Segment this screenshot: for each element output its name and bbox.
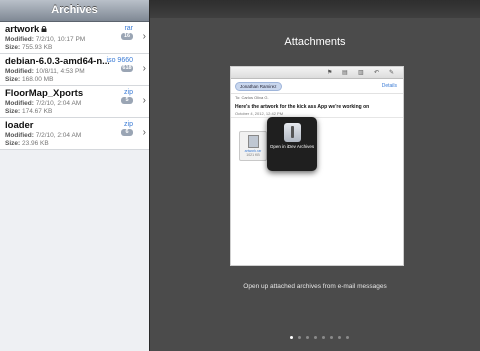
- popover-label: Open in iDev Archives: [269, 144, 315, 149]
- archive-name: FloorMap_Xports: [5, 88, 84, 99]
- chevron-right-icon: ›: [142, 31, 146, 42]
- lock-icon: [41, 26, 47, 33]
- list-item[interactable]: debian-6.0.3-amd64-n... Modified: 10/8/1…: [0, 54, 149, 86]
- archive-type: zip: [124, 121, 133, 128]
- archive-list: artwork Modified: 7/2/10, 10:17 PM Size:…: [0, 22, 149, 150]
- flag-icon: ⚑: [327, 70, 333, 76]
- idev-archives-app-icon: [283, 123, 301, 142]
- size-row: Size: 23.96 KB: [5, 140, 49, 147]
- page-dot[interactable]: [290, 336, 293, 339]
- archive-type: zip: [124, 89, 133, 96]
- archive-type: iso 9660: [106, 57, 133, 64]
- page-dot[interactable]: [338, 336, 341, 339]
- count-badge: 6: [121, 129, 133, 136]
- page-dot[interactable]: [306, 336, 309, 339]
- page-title: Attachments: [284, 36, 346, 48]
- count-badge: 5: [121, 97, 133, 104]
- recipient-chip: Jonathan Ramirez: [235, 82, 282, 91]
- count-badge: 16: [121, 33, 133, 40]
- email-subject: Here's the artwork for the kick ass App …: [235, 104, 370, 110]
- archive-name: debian-6.0.3-amd64-n...: [5, 56, 109, 67]
- email-preview: ⚑ ▤ ▥ ↶ ✎ Jonathan Ramirez Details To: C…: [230, 66, 404, 266]
- archive-name: loader: [5, 120, 34, 131]
- size-row: Size: 174.67 KB: [5, 108, 53, 115]
- page-dot[interactable]: [322, 336, 325, 339]
- page-dot[interactable]: [330, 336, 333, 339]
- page-dot[interactable]: [346, 336, 349, 339]
- feature-caption: Open up attached archives from e-mail me…: [243, 283, 387, 290]
- attachment: artwork.rar 1021 KB: [239, 131, 267, 161]
- details-link: Details: [381, 83, 397, 89]
- page-indicator[interactable]: [290, 326, 354, 344]
- compose-icon: ✎: [389, 70, 395, 76]
- size-row: Size: 168.00 MB: [5, 76, 54, 83]
- open-in-popover: Open in iDev Archives: [267, 117, 317, 171]
- trash-icon: ▥: [358, 70, 364, 76]
- chevron-right-icon: ›: [142, 95, 146, 106]
- sidebar-title: Archives: [0, 0, 149, 22]
- main-toolbar: [150, 0, 480, 18]
- list-item[interactable]: FloorMap_Xports Modified: 7/2/10, 2:04 A…: [0, 86, 149, 118]
- sidebar: Archives artwork Modified: 7/2/10, 10:17…: [0, 0, 150, 351]
- recipient-row: Jonathan Ramirez Details: [231, 79, 403, 94]
- attachment-size: 1021 KB: [246, 153, 260, 157]
- email-toolbar: ⚑ ▤ ▥ ↶ ✎: [231, 67, 403, 79]
- chevron-right-icon: ›: [142, 127, 146, 138]
- size-row: Size: 755.93 KB: [5, 44, 53, 51]
- archive-name: artwork: [5, 24, 109, 36]
- page-dot[interactable]: [298, 336, 301, 339]
- list-item[interactable]: artwork Modified: 7/2/10, 10:17 PM Size:…: [0, 22, 149, 54]
- archive-type: rar: [124, 25, 133, 32]
- list-item[interactable]: loader Modified: 7/2/10, 2:04 AM Size: 2…: [0, 118, 149, 150]
- archive-file-icon: [247, 135, 259, 148]
- count-badge: 618: [121, 65, 133, 72]
- chevron-right-icon: ›: [142, 63, 146, 74]
- folder-icon: ▤: [342, 70, 348, 76]
- reply-icon: ↶: [374, 70, 380, 76]
- email-date: October 4, 2012, 12:42 PM: [231, 110, 403, 118]
- page-dot[interactable]: [314, 336, 317, 339]
